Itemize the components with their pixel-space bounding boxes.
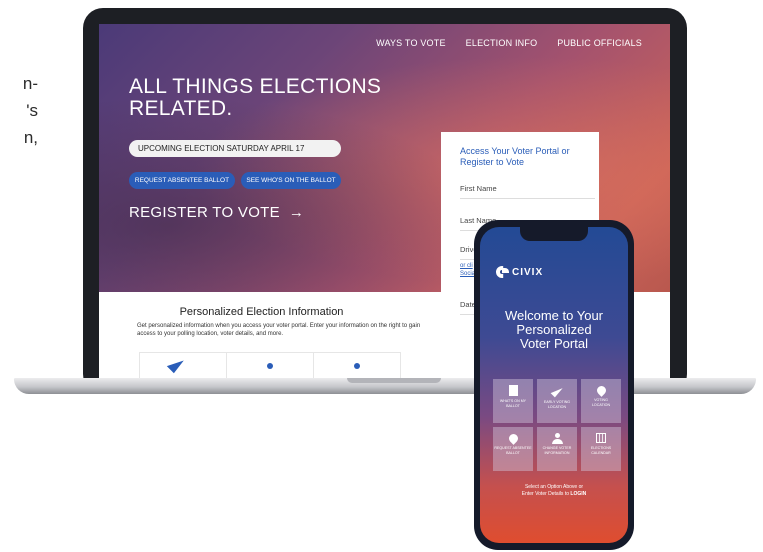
form-title: Access Your Voter Portal or Register to … [460, 146, 595, 168]
user-icon [552, 433, 563, 444]
info-card[interactable] [226, 352, 314, 380]
tile-label: ELECTIONS CALENDAR [582, 446, 620, 455]
welcome-line: Welcome to Your [504, 308, 604, 323]
see-whos-on-ballot-button[interactable]: SEE WHO'S ON THE BALLOT [241, 172, 341, 189]
laptop-base [14, 378, 756, 394]
request-absentee-ballot-button[interactable]: REQUEST ABSENTEE BALLOT [129, 172, 235, 189]
page-text-line: n, [23, 128, 38, 147]
nav-public-officials[interactable]: PUBLIC OFFICIALS [557, 38, 642, 48]
laptop-hinge-notch [347, 378, 441, 383]
info-section-description: Get personalized information when you ac… [137, 323, 421, 337]
login-link[interactable]: LOGIN [570, 491, 586, 497]
cropped-page-text: n- 's n, [0, 70, 38, 151]
top-nav: WAYS TO VOTE ELECTION INFO PUBLIC OFFICI… [376, 38, 642, 48]
document-icon [508, 385, 518, 396]
phone-footer-text: Select an Option Above or Enter Voter De… [480, 484, 628, 498]
tile-label-line: LOCATION [547, 404, 567, 409]
nav-election-info[interactable]: ELECTION INFO [466, 38, 538, 48]
nav-ways-to-vote[interactable]: WAYS TO VOTE [376, 38, 446, 48]
page-text-line: 's [26, 101, 38, 120]
footer-prefix: Enter Voter Details to [521, 491, 571, 497]
page-text-line: n- [22, 74, 38, 93]
tile-label-line: REQUEST ABSENTEE [494, 446, 532, 450]
arrow-right-icon: → [288, 204, 305, 221]
tile-label: EARLY VOTING LOCATION [538, 400, 576, 409]
location-dot-icon [267, 363, 273, 369]
welcome-line: Voter Portal [520, 336, 588, 351]
tile-label-line: BALLOT [506, 403, 520, 408]
tile-label-line: INFORMATION [544, 450, 570, 455]
register-label: REGISTER TO VOTE [129, 204, 280, 221]
portal-tiles: WHAT'S ON MY BALLOT EARLY VOTING LOCATION … [493, 379, 621, 471]
location-pin-icon [594, 384, 608, 397]
footer-line: Select an Option Above or [524, 484, 584, 490]
navigation-arrow-icon [166, 354, 186, 374]
tile-label: VOTING LOCATION [582, 398, 620, 407]
hero-title-line: ALL THINGS ELECTIONS [129, 75, 382, 98]
tile-label-line: BALLOT [506, 450, 520, 455]
upcoming-election-badge: UPCOMING ELECTION SATURDAY APRIL 17 [129, 140, 341, 157]
tile-label: WHAT'S ON MY BALLOT [494, 399, 532, 408]
civix-logo-icon [496, 266, 509, 278]
tile-elections-calendar[interactable]: ELECTIONS CALENDAR [581, 427, 621, 471]
form-title-line: Access Your Voter Portal or [460, 146, 570, 156]
location-pin-icon [506, 432, 520, 445]
tile-label: CHANGE VOTER INFORMATION [538, 446, 576, 455]
phone-notch [520, 227, 588, 241]
navigation-arrow-icon [550, 384, 564, 398]
welcome-line: Personalized [516, 322, 592, 337]
tile-label: REQUEST ABSENTEE BALLOT [494, 446, 532, 455]
hero-title-line: RELATED. [129, 97, 233, 120]
hero-title: ALL THINGS ELECTIONS RELATED. [129, 76, 389, 120]
form-title-line: Register to Vote [460, 157, 525, 167]
welcome-heading: Welcome to Your Personalized Voter Porta… [480, 309, 628, 351]
tile-label-line: CALENDAR [591, 450, 611, 455]
brand-name: CIVIX [512, 266, 544, 278]
info-section-title: Personalized Election Information [179, 306, 344, 318]
info-card[interactable] [313, 352, 401, 380]
tile-label-line: LOCATION [591, 402, 611, 407]
tile-request-absentee-ballot[interactable]: REQUEST ABSENTEE BALLOT [493, 427, 533, 471]
tile-whats-on-my-ballot[interactable]: WHAT'S ON MY BALLOT [493, 379, 533, 423]
location-dot-icon [354, 363, 360, 369]
tile-label-line: CHANGE VOTER [542, 446, 572, 450]
phone-screen: CIVIX Welcome to Your Personalized Voter… [480, 227, 628, 543]
footer-line: Enter Voter Details to LOGIN [480, 491, 628, 498]
first-name-field[interactable]: First Name [460, 184, 595, 199]
info-card[interactable] [139, 352, 227, 380]
tile-change-voter-information[interactable]: CHANGE VOTER INFORMATION [537, 427, 577, 471]
register-to-vote-link[interactable]: REGISTER TO VOTE → [129, 204, 304, 221]
calendar-icon [596, 433, 606, 443]
tile-early-voting-location[interactable]: EARLY VOTING LOCATION [537, 379, 577, 423]
civix-logo: CIVIX [496, 266, 543, 278]
tile-voting-location[interactable]: VOTING LOCATION [581, 379, 621, 423]
